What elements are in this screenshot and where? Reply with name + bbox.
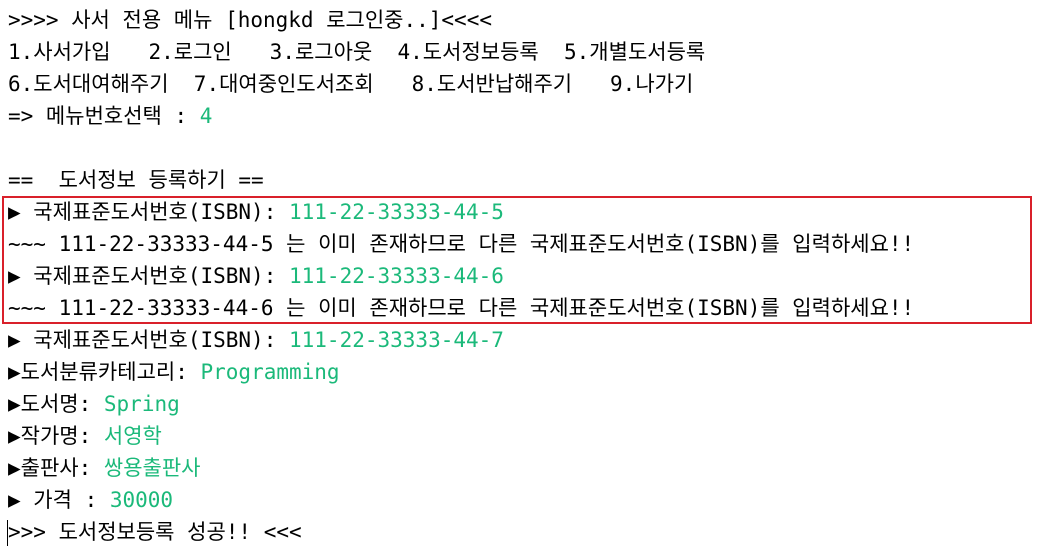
field-isbn: ▶ 국제표준도서번호(ISBN): 111-22-33333-44-7 <box>8 324 1034 356</box>
field-title-prompt: ▶도서명: <box>8 392 104 416</box>
field-isbn-value: 111-22-33333-44-7 <box>289 328 504 352</box>
field-author-prompt: ▶작가명: <box>8 424 104 448</box>
field-category: ▶도서분류카테고리: Programming <box>8 356 1034 388</box>
duplicate-isbn-highlight-box <box>2 196 1032 324</box>
menu-select-line: => 메뉴번호선택 : 4 <box>8 100 1034 132</box>
field-author-value: 서영학 <box>103 424 162 448</box>
section-title: == 도서정보 등록하기 == <box>8 168 264 192</box>
field-publisher-prompt: ▶출판사: <box>8 456 104 480</box>
menu-header: >>>> 사서 전용 메뉴 [hongkd 로그인중..]<<<< <box>8 8 492 32</box>
field-title-value: Spring <box>103 392 180 416</box>
field-category-value: Programming <box>200 360 340 384</box>
field-price-value: 30000 <box>109 488 174 512</box>
field-price-prompt: ▶ 가격 : <box>8 488 110 512</box>
menu-options-row-2: 6.도서대여해주기 7.대여중인도서조회 8.도서반납해주기 9.나가기 <box>8 72 694 96</box>
menu-options-row-1: 1.사서가입 2.로그인 3.로그아웃 4.도서정보등록 5.개별도서등록 <box>8 40 706 64</box>
field-publisher-value: 쌍용출판사 <box>103 456 201 480</box>
result-message: >>> 도서정보등록 성공!! <<< <box>8 520 302 544</box>
field-isbn-prompt: ▶ 국제표준도서번호(ISBN): <box>8 328 289 352</box>
field-title: ▶도서명: Spring <box>8 388 1034 420</box>
menu-select-prompt: => 메뉴번호선택 : <box>8 104 200 128</box>
field-price: ▶ 가격 : 30000 <box>8 484 1034 516</box>
field-publisher: ▶출판사: 쌍용출판사 <box>8 452 1034 484</box>
field-author: ▶작가명: 서영학 <box>8 420 1034 452</box>
menu-select-input: 4 <box>199 104 213 128</box>
field-category-prompt: ▶도서분류카테고리: <box>8 360 201 384</box>
text-caret <box>7 520 8 546</box>
